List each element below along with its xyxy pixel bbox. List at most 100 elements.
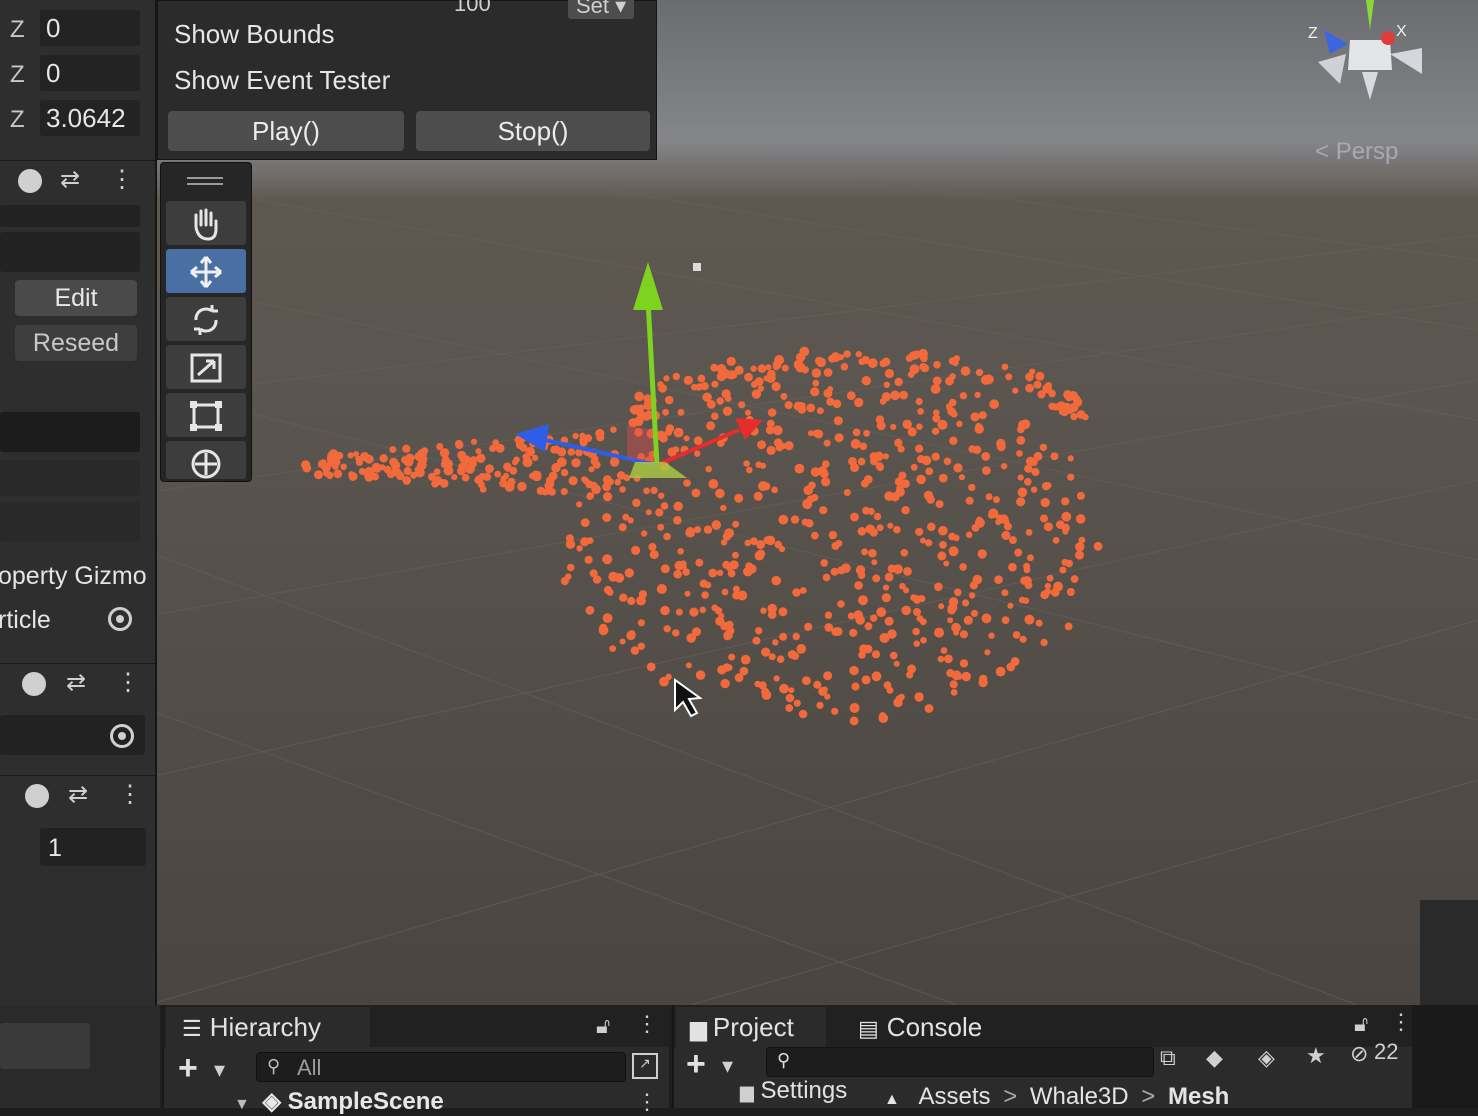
breadcrumb-separator: > (1003, 1083, 1018, 1110)
hierarchy-search-input[interactable]: ⚲ All (256, 1052, 626, 1082)
rect-transform-icon (190, 401, 222, 431)
reseed-button[interactable]: Reseed (15, 325, 137, 361)
inspector-field[interactable] (0, 205, 140, 227)
scale-icon (190, 353, 222, 383)
vfx-control-panel: 100 Set ▾ Show Bounds Show Event Tester … (157, 0, 657, 160)
transform-z-field-2[interactable]: 0 (40, 55, 140, 91)
kebab-menu-icon[interactable]: ⋮ (636, 1011, 658, 1037)
x-axis-handle[interactable] (656, 428, 740, 467)
xz-plane-handle[interactable] (629, 462, 687, 478)
type-filter-icon[interactable]: ◆ (1206, 1045, 1223, 1071)
label-filter-icon[interactable]: ◈ (1258, 1045, 1275, 1071)
projection-label[interactable]: < Persp (1315, 138, 1398, 166)
scale-tool-button[interactable] (166, 345, 246, 389)
settings-label: Settings (760, 1077, 848, 1104)
preset-sliders-icon[interactable]: ⇄ (66, 668, 86, 697)
breadcrumb-whale3d[interactable]: Whale3D (1030, 1083, 1129, 1110)
rotate-tool-button[interactable] (166, 297, 246, 341)
object-picker-icon[interactable] (110, 724, 134, 748)
inspector-field[interactable] (0, 460, 140, 496)
set-dropdown[interactable]: Set ▾ (568, 0, 635, 19)
show-bounds-toggle[interactable]: Show Bounds (174, 19, 334, 50)
console-icon: ▤ (858, 1016, 879, 1041)
preset-sliders-icon[interactable]: ⇄ (60, 165, 80, 194)
lock-icon[interactable]: 🔓︎ (596, 1013, 610, 1039)
favorite-star-icon[interactable]: ★ (1306, 1043, 1326, 1069)
hidden-packages-icon[interactable]: ⊘ (1350, 1041, 1368, 1067)
inspector-field[interactable] (0, 232, 140, 272)
settings-folder-row[interactable]: ▆ Settings (740, 1077, 847, 1105)
console-tab-label: Console (886, 1012, 983, 1042)
property-gizmo-label: operty Gizmo (0, 562, 147, 590)
tab-hierarchy[interactable]: ☰ Hierarchy (166, 1007, 370, 1047)
dropdown-arrow-icon[interactable]: ▾ (214, 1057, 225, 1083)
inspector-field[interactable] (0, 412, 140, 452)
collapse-arrow-icon[interactable]: ▲ (884, 1091, 900, 1108)
xy-plane-handle[interactable] (627, 425, 653, 462)
edit-button[interactable]: Edit (15, 280, 137, 316)
help-icon[interactable]: ? (22, 672, 46, 696)
project-tabbar: ▆ Project ▤ Console 🔓︎ ⋮ (674, 1005, 1414, 1047)
scene-filter-icon[interactable]: ⧉ (1160, 1045, 1176, 1071)
x-arrow-head[interactable] (735, 418, 763, 440)
gizmo-z-label: Z (1308, 25, 1318, 42)
neg-z-cone-icon[interactable] (1318, 54, 1346, 84)
preset-sliders-icon[interactable]: ⇄ (68, 780, 88, 809)
transform-row-3: Z 3.0642 (0, 98, 150, 138)
gizmo-cube-icon[interactable] (1348, 40, 1392, 70)
transform-z-field-1[interactable]: 0 (40, 10, 140, 46)
inspector-panel: Z 0 Z 0 Z 3.0642 ? ⇄ ⋮ Edit Reseed opert… (0, 0, 157, 1108)
help-icon[interactable]: ? (18, 169, 42, 193)
x-cone-icon[interactable] (1381, 31, 1395, 45)
hand-icon (194, 208, 218, 241)
scene-row[interactable]: ▼ ◈ SampleScene (234, 1087, 444, 1116)
z-arrow-head[interactable] (515, 424, 549, 452)
search-placeholder: All (297, 1055, 322, 1080)
search-icon: ⚲ (777, 1050, 791, 1070)
y-arrow-head[interactable] (633, 262, 663, 310)
help-icon[interactable]: ? (25, 784, 49, 808)
play-button[interactable]: Play() (168, 111, 404, 151)
lock-icon[interactable]: 🔓︎ (1354, 1011, 1368, 1037)
hierarchy-tab-label: Hierarchy (209, 1012, 321, 1042)
tab-console[interactable]: ▤ Console (844, 1007, 1004, 1047)
inspector-field[interactable] (0, 502, 140, 542)
neg-x-cone-icon[interactable] (1390, 48, 1422, 74)
create-asset-button[interactable]: + (686, 1045, 706, 1084)
window-edge (1420, 900, 1478, 1005)
stop-button[interactable]: Stop() (416, 111, 650, 151)
inspector-button[interactable] (0, 1023, 90, 1069)
persp-text: Persp (1335, 138, 1399, 165)
expand-arrow-icon[interactable]: ▼ (234, 1096, 250, 1113)
create-button[interactable]: + (178, 1049, 198, 1088)
hand-tool-button[interactable] (166, 201, 246, 245)
right-edge (1412, 1005, 1478, 1108)
kebab-menu-icon[interactable]: ⋮ (1390, 1009, 1412, 1035)
kebab-menu-icon[interactable]: ⋮ (118, 780, 142, 809)
transform-tool-button[interactable] (166, 441, 246, 479)
kebab-menu-icon[interactable]: ⋮ (116, 668, 140, 697)
y-cone-icon[interactable] (1366, 0, 1374, 30)
transform-row-2: Z 0 (0, 53, 150, 93)
dropdown-arrow-icon[interactable]: ▾ (722, 1053, 733, 1079)
neg-y-cone-icon[interactable] (1362, 72, 1378, 100)
particle-system-icon[interactable] (693, 263, 701, 271)
show-event-tester-toggle[interactable]: Show Event Tester (174, 65, 390, 96)
scene-menu-icon[interactable]: ⋮ (636, 1089, 658, 1115)
int-field[interactable]: 1 (40, 828, 146, 866)
breadcrumb-mesh[interactable]: Mesh (1168, 1083, 1229, 1110)
tab-project[interactable]: ▆ Project (676, 1007, 826, 1047)
object-picker-icon[interactable] (108, 607, 132, 631)
axis-label: Z (10, 61, 25, 88)
scene-visibility-icon[interactable]: ↗ (632, 1053, 658, 1079)
z-cone-icon[interactable] (1324, 30, 1348, 54)
kebab-menu-icon[interactable]: ⋮ (110, 165, 134, 194)
breadcrumb-assets[interactable]: Assets (919, 1083, 991, 1110)
hierarchy-panel: ☰ Hierarchy 🔓︎ ⋮ + ▾ ⚲ All ↗ ▼ ◈ SampleSc… (163, 1005, 669, 1115)
project-search-input[interactable]: ⚲ (766, 1047, 1154, 1077)
transform-row-1: Z 0 (0, 8, 150, 48)
move-tool-button[interactable] (166, 249, 246, 293)
drag-handle-icon[interactable] (187, 177, 223, 185)
transform-z-field-3[interactable]: 3.0642 (40, 100, 140, 136)
rect-tool-button[interactable] (166, 393, 246, 437)
